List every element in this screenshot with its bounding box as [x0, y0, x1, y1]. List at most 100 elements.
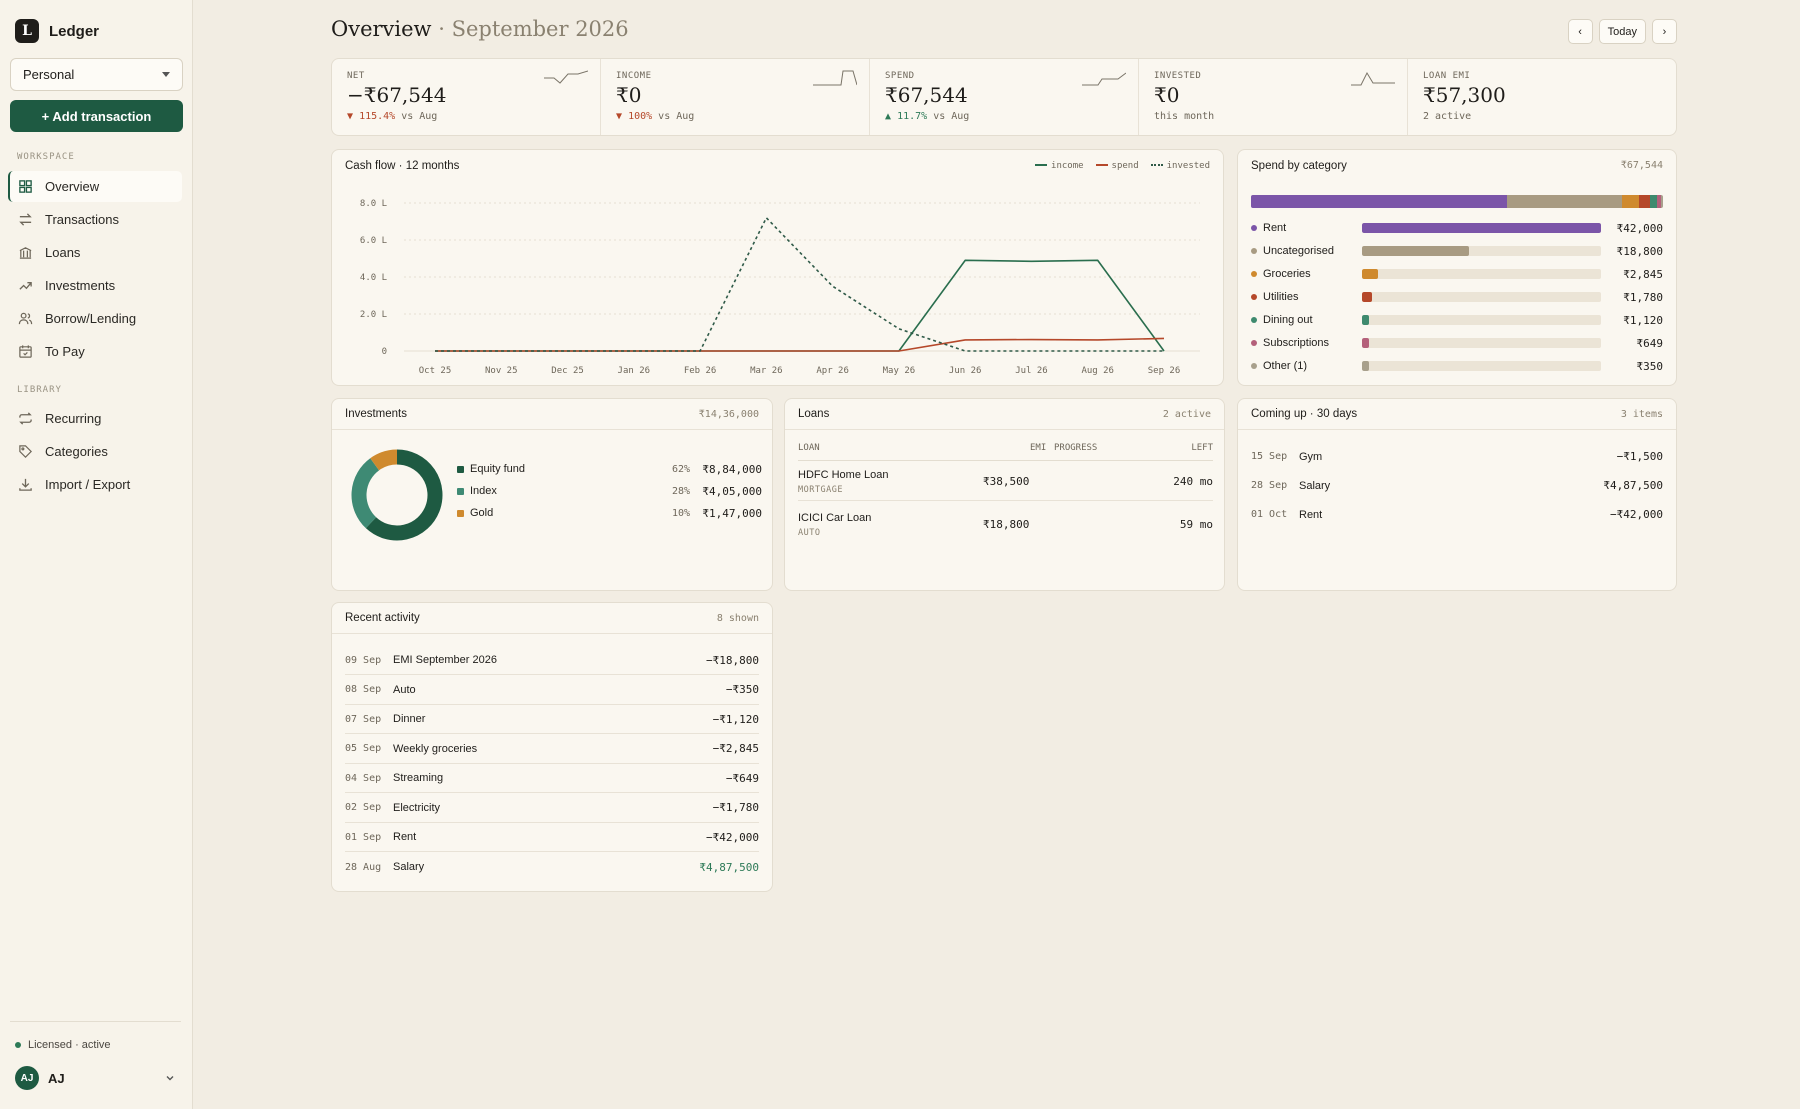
donut-slice-index	[351, 458, 380, 529]
category-name: Subscriptions	[1263, 337, 1330, 349]
category-dot	[1251, 363, 1257, 369]
investment-row[interactable]: Gold 10% ₹1,47,000	[457, 506, 762, 520]
table-row[interactable]: 28 Aug Salary ₹4,87,500	[345, 853, 759, 882]
nav-item-loans[interactable]: Loans	[8, 237, 182, 268]
user-menu[interactable]: AJ AJ	[15, 1066, 175, 1090]
item-amount: −₹1,780	[712, 801, 759, 814]
nav-item-transactions[interactable]: Transactions	[8, 204, 182, 235]
kpi-delta-text: vs Aug	[395, 111, 438, 122]
stack-segment[interactable]	[1639, 195, 1650, 208]
category-row[interactable]: Utilities ₹1,780	[1251, 290, 1663, 304]
list-item[interactable]: 28 Sep Salary ₹4,87,500	[1251, 471, 1663, 500]
stack-segment[interactable]	[1507, 195, 1622, 208]
tag-icon	[19, 445, 32, 458]
nav-label: Overview	[45, 179, 100, 194]
item-amount: −₹42,000	[706, 830, 759, 844]
col-progress: PROGRESS	[1054, 443, 1098, 453]
series-line-spend	[435, 337, 1165, 352]
nav-item-investments[interactable]: Investments	[8, 270, 182, 301]
investment-row[interactable]: Index 28% ₹4,05,000	[457, 484, 762, 498]
item-date: 05 Sep	[345, 743, 382, 754]
stack-segment[interactable]	[1251, 195, 1508, 208]
investment-row[interactable]: Equity fund 62% ₹8,84,000	[457, 462, 762, 476]
x-tick-label: Sep 26	[1148, 366, 1181, 376]
investment-pct: 28%	[671, 485, 690, 497]
series-line-invested	[435, 216, 1164, 352]
table-row[interactable]: 07 Sep Dinner −₹1,120	[345, 705, 759, 734]
x-tick-label: Mar 26	[750, 366, 783, 376]
sparkline-path	[813, 70, 857, 86]
category-dot	[1251, 225, 1257, 231]
nav-label: Categories	[45, 444, 108, 459]
workspace-select[interactable]: Personal	[10, 58, 183, 91]
card-title: Recent activity	[345, 612, 420, 624]
table-row[interactable]: ICICI Car Loan AUTO ₹18,800 59 mo	[798, 504, 1213, 544]
recent-activity-card: Recent activity 8 shown 09 Sep EMI Septem…	[331, 602, 773, 892]
list-item[interactable]: 01 Oct Rent −₹42,000	[1251, 500, 1663, 529]
grid-icon	[19, 180, 32, 193]
investment-name: Index	[470, 485, 497, 497]
investment-pct: 10%	[671, 507, 690, 519]
table-row[interactable]: 05 Sep Weekly groceries −₹2,845	[345, 735, 759, 764]
list-item[interactable]: 15 Sep Gym −₹1,500	[1251, 442, 1663, 471]
sparkline-path	[1351, 71, 1395, 86]
table-row[interactable]: HDFC Home Loan MORTGAGE ₹38,500 240 mo	[798, 461, 1213, 501]
table-row[interactable]: 08 Sep Auto −₹350	[345, 676, 759, 705]
table-row[interactable]: 09 Sep EMI September 2026 −₹18,800	[345, 646, 759, 675]
card-title: Coming up · 30 days	[1251, 408, 1358, 420]
nav-item-import-export[interactable]: Import / Export	[8, 469, 182, 500]
today-button[interactable]: Today	[1598, 19, 1646, 44]
category-name: Utilities	[1263, 291, 1299, 303]
nav-item-overview[interactable]: Overview	[8, 171, 182, 202]
legend-swatch	[457, 487, 464, 495]
item-amount: −₹42,000	[1610, 508, 1663, 521]
item-amount: ₹4,87,500	[1603, 479, 1663, 492]
category-row[interactable]: Dining out ₹1,120	[1251, 313, 1663, 327]
kpi-delta-arrow: ▲	[885, 111, 892, 122]
category-row[interactable]: Uncategorised ₹18,800	[1251, 244, 1663, 258]
category-row[interactable]: Subscriptions ₹649	[1251, 336, 1663, 350]
page-title: Overview · September 2026	[331, 17, 629, 41]
item-description: Rent	[1299, 508, 1323, 521]
kpi-delta-text: 2 active	[1423, 111, 1472, 122]
stack-segment[interactable]	[1621, 195, 1640, 208]
coming-up-card: Coming up · 30 days 3 items 15 Sep Gym −₹1…	[1237, 398, 1677, 591]
item-amount: −₹2,845	[712, 742, 759, 755]
sparkline-path	[1082, 72, 1126, 86]
category-row[interactable]: Groceries ₹2,845	[1251, 267, 1663, 281]
table-row[interactable]: 04 Sep Streaming −₹649	[345, 764, 759, 793]
item-description: EMI September 2026	[393, 654, 497, 666]
next-period-button[interactable]: ›	[1652, 19, 1677, 44]
prev-period-button[interactable]: ‹	[1567, 19, 1593, 44]
category-bar	[1362, 246, 1469, 256]
brand[interactable]: L Ledger	[15, 19, 99, 43]
category-row[interactable]: Rent ₹42,000	[1251, 221, 1663, 235]
nav-label: Import / Export	[45, 477, 131, 492]
add-transaction-button[interactable]: + Add transaction	[10, 100, 183, 132]
investments-donut-chart	[351, 449, 443, 541]
nav-item-categories[interactable]: Categories	[8, 436, 182, 467]
table-row[interactable]: 02 Sep Electricity −₹1,780	[345, 794, 759, 823]
kpi-strip: NET −₹67,544 ▼ 115.4% vs Aug INCOME ₹0 ▼ 100%…	[331, 58, 1677, 136]
loan-type: AUTO	[798, 528, 821, 538]
kpi-loan-emi: LOAN EMI ₹57,300 2 active	[1408, 59, 1676, 135]
avatar: AJ	[15, 1066, 39, 1090]
kpi-invested: INVESTED ₹0 this month	[1139, 59, 1408, 135]
item-date: 01 Oct	[1251, 509, 1288, 520]
legend-swatch	[457, 509, 464, 517]
y-tick-label: 2.0 L	[360, 310, 387, 320]
sparkline	[544, 70, 588, 84]
table-row[interactable]: 01 Sep Rent −₹42,000	[345, 823, 759, 852]
category-row[interactable]: Other (1) ₹350	[1251, 359, 1663, 373]
nav-label: Investments	[45, 278, 116, 293]
kpi-delta-text: vs Aug	[927, 111, 970, 122]
nav-item-to-pay[interactable]: To Pay	[8, 336, 182, 367]
stack-segment[interactable]	[1660, 195, 1663, 208]
category-amount: ₹42,000	[1616, 221, 1663, 235]
item-description: Electricity	[393, 801, 441, 814]
nav-item-recurring[interactable]: Recurring	[8, 403, 182, 434]
workspace-value: Personal	[23, 67, 75, 82]
stack-segment[interactable]	[1649, 195, 1657, 208]
trend-icon	[19, 282, 32, 290]
nav-item-borrow-lending[interactable]: Borrow/Lending	[8, 303, 182, 334]
